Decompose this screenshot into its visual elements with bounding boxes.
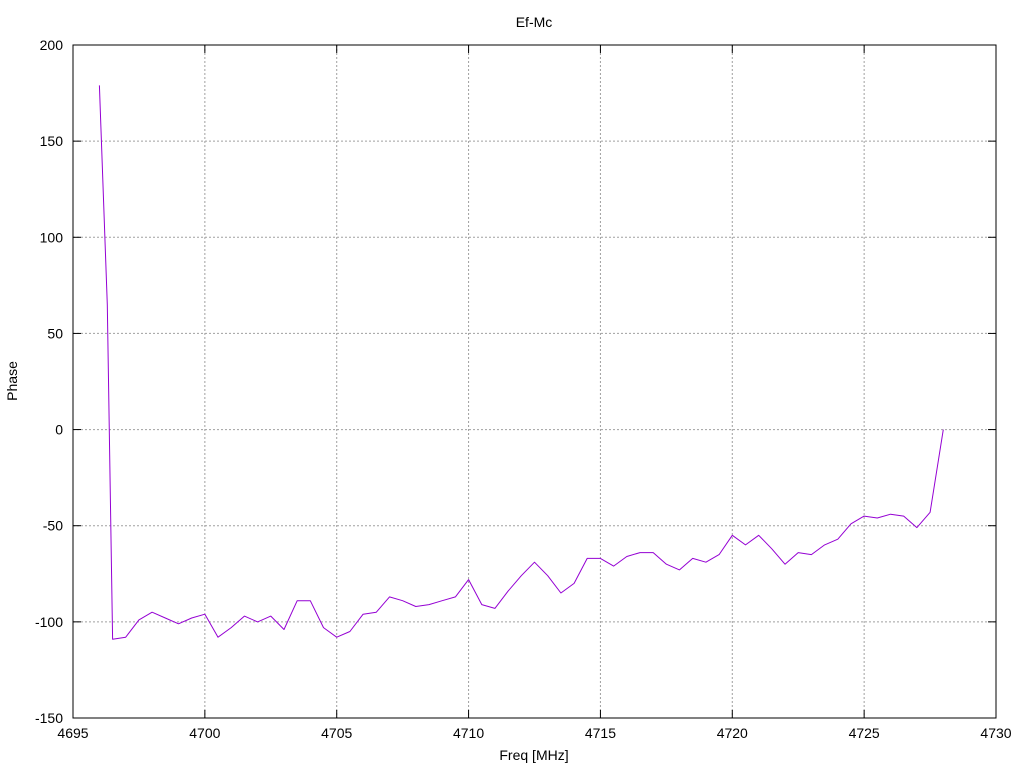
ticks: 4695 4700 4705 4710 4715 4720 4725 4730 -150 -100… [35, 37, 1012, 741]
y-tick-label: -50 [43, 518, 63, 534]
chart-title: Ef-Mc [516, 14, 553, 30]
plot-frame [72, 44, 997, 719]
y-tick-label: -150 [35, 710, 63, 726]
x-tick-label: 4700 [189, 725, 220, 741]
x-tick-label: 4705 [321, 725, 352, 741]
y-axis-title: Phase [4, 361, 20, 401]
y-tick-label: 0 [55, 422, 63, 438]
x-tick-label: 4725 [849, 725, 880, 741]
x-tick-label: 4715 [585, 725, 616, 741]
chart: Ef-Mc 4695 4700 4705 4710 4715 4720 4725 4730 -1… [4, 14, 1012, 763]
y-tick-label: 150 [40, 133, 64, 149]
series-line [98, 85, 944, 640]
series-layer [98, 85, 944, 640]
x-tick-label: 4710 [453, 725, 484, 741]
x-tick-label: 4730 [980, 725, 1011, 741]
x-tick-label: 4720 [717, 725, 748, 741]
y-tick-label: -100 [35, 614, 63, 630]
x-tick-label: 4695 [57, 725, 88, 741]
y-tick-label: 100 [40, 229, 64, 245]
grid [73, 45, 996, 718]
y-tick-label: 50 [47, 325, 63, 341]
x-axis-title: Freq [MHz] [499, 747, 568, 763]
y-tick-label: 200 [40, 37, 64, 53]
